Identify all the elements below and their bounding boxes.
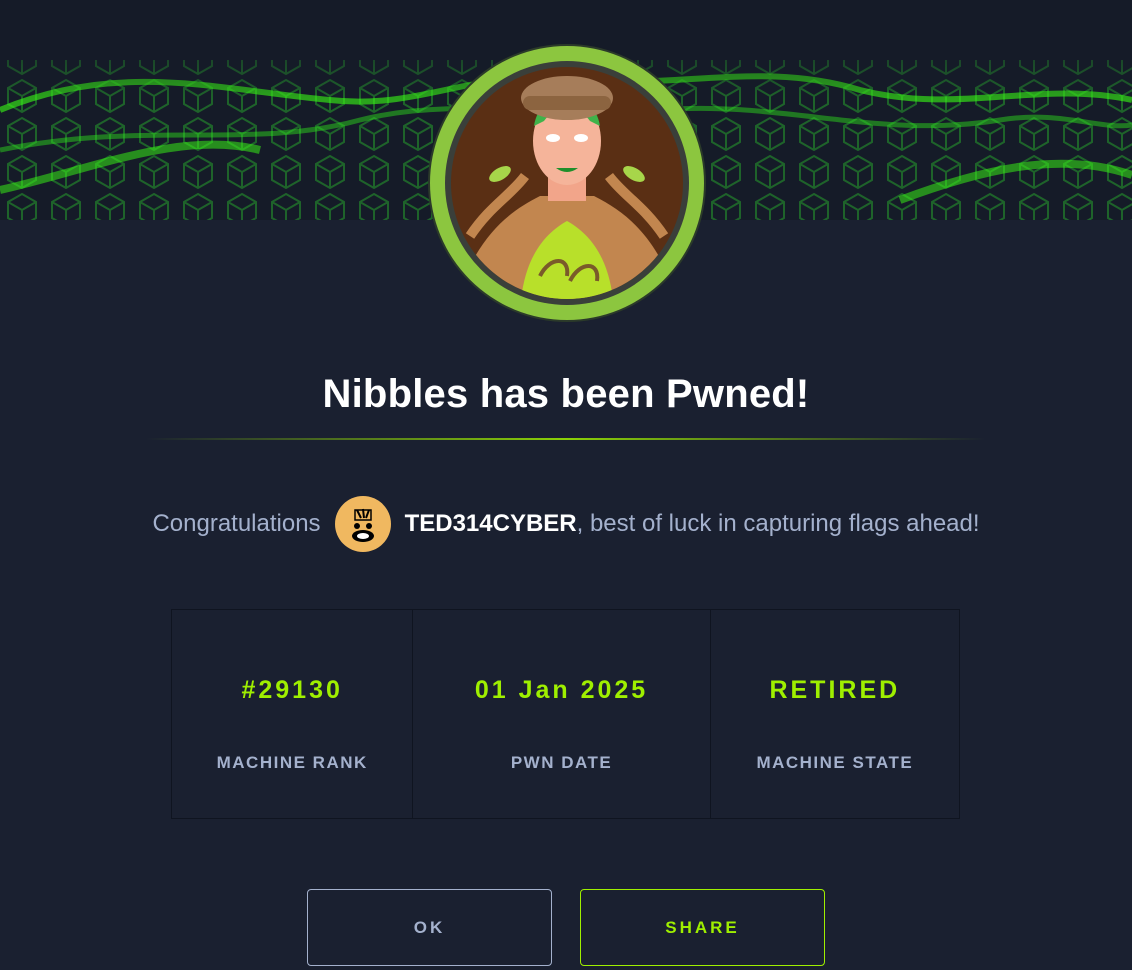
username[interactable]: TED314CYBER	[405, 510, 577, 538]
stat-machine-rank: #29130 MACHINE RANK	[172, 610, 414, 818]
user-avatar-icon[interactable]	[334, 496, 391, 552]
congrats-suffix: , best of luck in capturing flags ahead!	[576, 510, 980, 537]
title-divider	[146, 438, 986, 440]
page-title: Nibbles has been Pwned!	[322, 372, 810, 416]
machine-avatar	[430, 46, 704, 320]
stat-value: RETIRED	[769, 676, 901, 704]
congratulations-message: Congratulations TED314CYBER , best of lu…	[0, 496, 1132, 552]
share-button[interactable]: SHARE	[580, 889, 825, 966]
congrats-prefix: Congratulations	[152, 510, 321, 537]
stats-grid: #29130 MACHINE RANK 01 Jan 2025 PWN DATE…	[171, 609, 960, 819]
stat-pwn-date: 01 Jan 2025 PWN DATE	[413, 610, 711, 818]
stat-label: MACHINE STATE	[756, 753, 914, 772]
nibbles-machine-avatar-icon	[445, 61, 689, 305]
stat-label: MACHINE RANK	[216, 753, 368, 772]
ok-button[interactable]: OK	[307, 889, 552, 966]
stat-machine-state: RETIRED MACHINE STATE	[711, 610, 959, 818]
stat-value: #29130	[241, 676, 343, 704]
stat-label: PWN DATE	[510, 753, 613, 772]
stat-value: 01 Jan 2025	[474, 676, 649, 704]
